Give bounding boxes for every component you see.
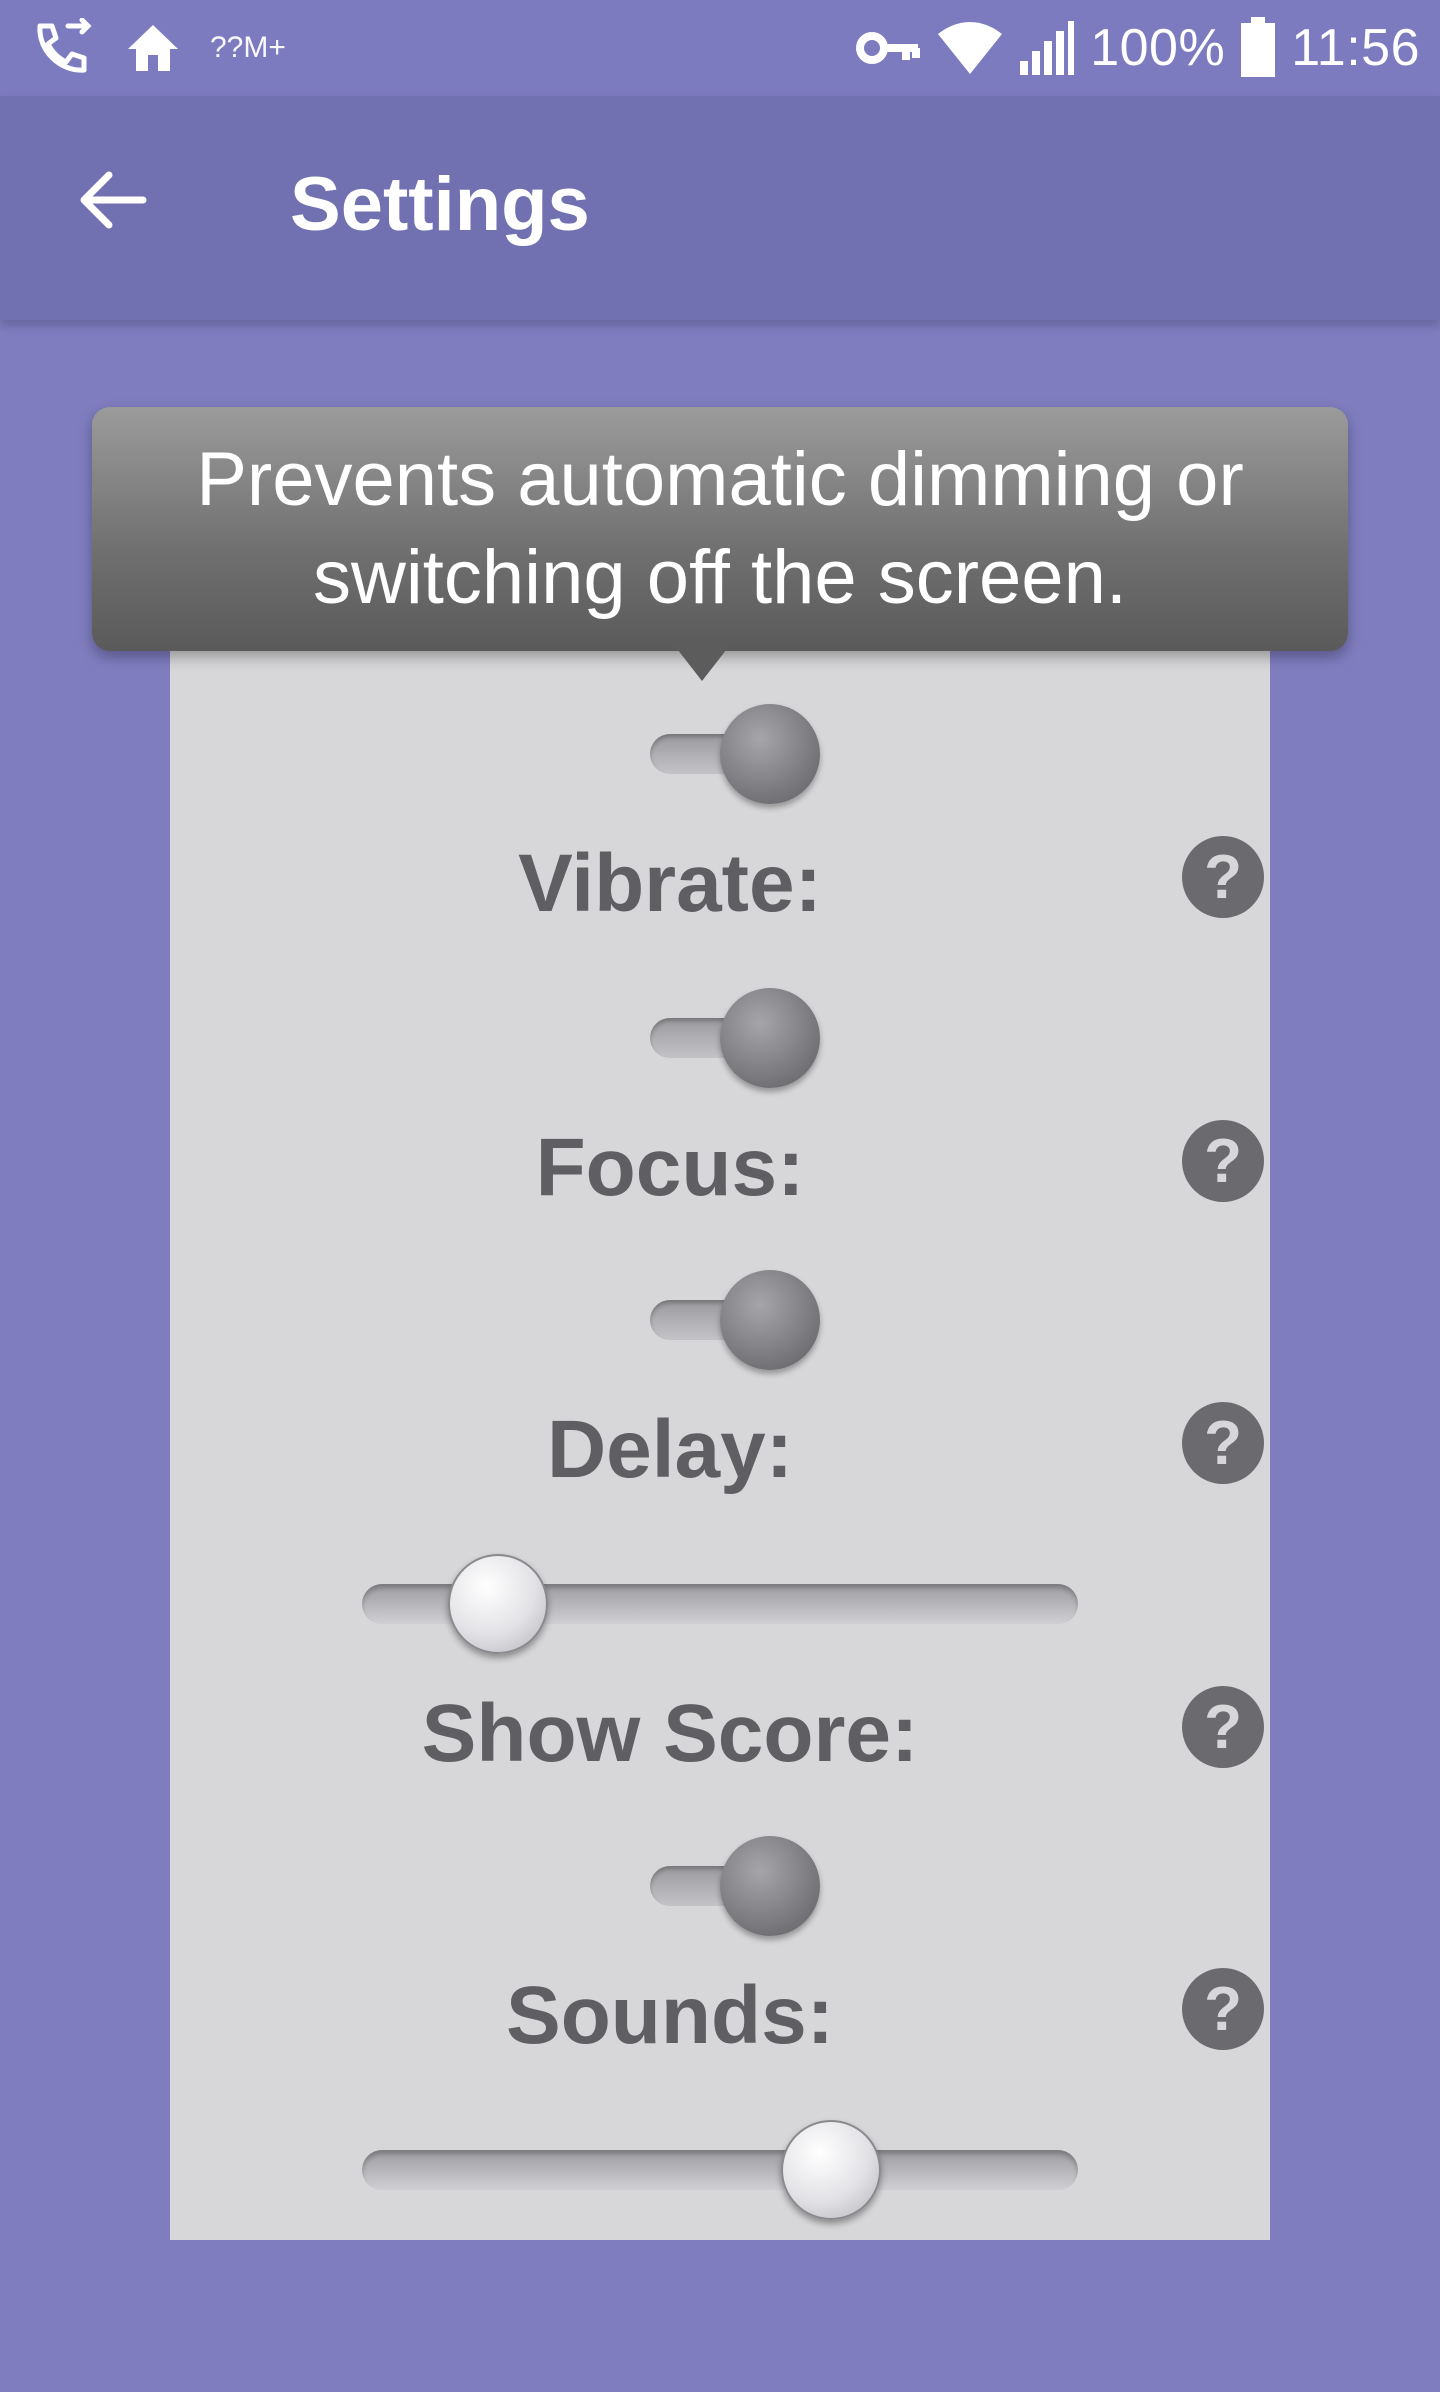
focus-help-icon[interactable]: ? bbox=[1182, 1120, 1264, 1202]
sounds-label: Sounds: bbox=[506, 1970, 834, 2061]
show-score-toggle[interactable] bbox=[650, 1836, 820, 1936]
key-icon bbox=[856, 26, 922, 70]
focus-label: Focus: bbox=[535, 1122, 805, 1213]
delay-slider[interactable] bbox=[362, 1554, 1078, 1654]
battery-icon bbox=[1239, 17, 1277, 79]
vibrate-toggle[interactable] bbox=[650, 988, 820, 1088]
toggle-thumb bbox=[720, 1836, 820, 1936]
toggle-thumb bbox=[720, 1270, 820, 1370]
sounds-slider[interactable] bbox=[362, 2120, 1078, 2220]
delay-label: Delay: bbox=[546, 1404, 794, 1495]
wifi-icon bbox=[936, 20, 1004, 76]
slider-thumb[interactable] bbox=[448, 1554, 549, 1654]
signal-icon bbox=[1018, 19, 1076, 77]
show-score-help-icon[interactable]: ? bbox=[1182, 1686, 1264, 1768]
battery-percent: 100% bbox=[1090, 19, 1226, 77]
settings-card: Vibrate: ? Focus: ? Delay: ? Show Score:… bbox=[170, 412, 1270, 2240]
back-button[interactable] bbox=[60, 148, 164, 252]
call-forward-icon bbox=[26, 18, 96, 78]
show-score-label: Show Score: bbox=[421, 1688, 919, 1779]
vibrate-help-icon[interactable]: ? bbox=[1182, 836, 1264, 918]
focus-toggle[interactable] bbox=[650, 1270, 820, 1370]
app-bar: Settings bbox=[0, 96, 1440, 320]
help-tooltip: Prevents automatic dimming or switching … bbox=[92, 407, 1348, 651]
tooltip-line-1: Prevents automatic dimming or bbox=[196, 437, 1244, 522]
toggle-thumb bbox=[720, 704, 820, 804]
tooltip-pointer bbox=[674, 645, 730, 681]
status-bar: ??M+ 100% 11:56 bbox=[0, 0, 1440, 96]
delay-help-icon[interactable]: ? bbox=[1182, 1402, 1264, 1484]
status-small-text: ??M+ bbox=[210, 31, 286, 64]
toggle-thumb bbox=[720, 988, 820, 1088]
slider-thumb[interactable] bbox=[780, 2120, 881, 2220]
status-bar-left: ??M+ bbox=[26, 14, 286, 82]
slider-track bbox=[362, 2150, 1078, 2190]
sounds-help-icon[interactable]: ? bbox=[1182, 1968, 1264, 2050]
tooltip-line-2: switching off the screen. bbox=[313, 535, 1127, 620]
vibrate-label: Vibrate: bbox=[518, 838, 822, 929]
keep-awake-toggle[interactable] bbox=[650, 704, 820, 804]
home-icon bbox=[124, 21, 182, 75]
page-title: Settings bbox=[290, 162, 590, 247]
arrow-left-icon bbox=[77, 165, 147, 235]
status-bar-right: 100% 11:56 bbox=[856, 14, 1420, 82]
status-time: 11:56 bbox=[1291, 19, 1420, 77]
